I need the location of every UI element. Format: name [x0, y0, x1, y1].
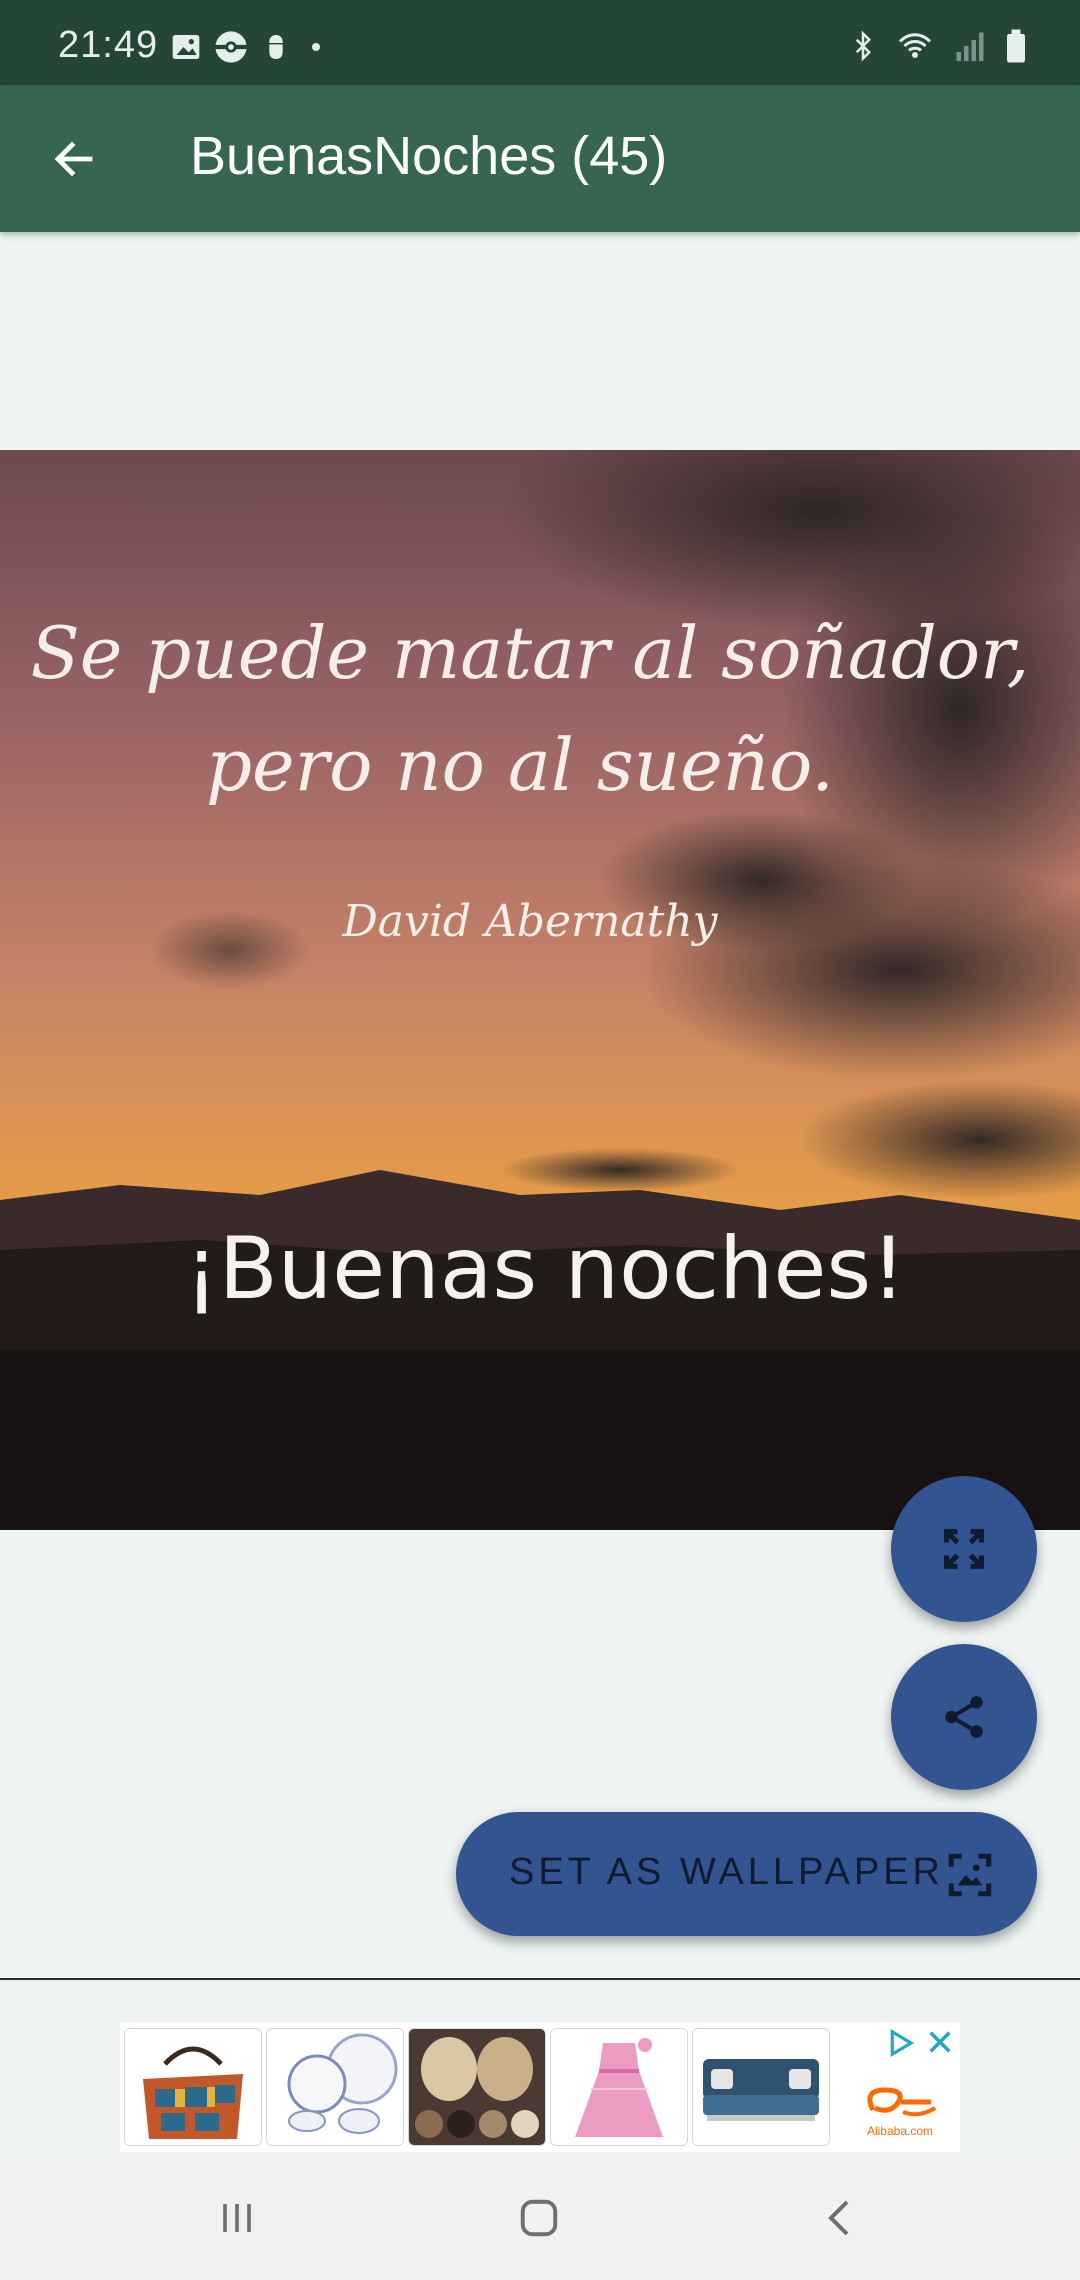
status-system-icons — [848, 28, 1028, 64]
set-as-wallpaper-label: SET AS WALLPAPER — [509, 1851, 945, 1893]
ad-brand-label: Alibaba.com — [866, 2124, 934, 2138]
dot-icon — [312, 43, 320, 51]
signal-icon — [956, 32, 984, 61]
hairstyles-image — [409, 2029, 545, 2145]
pokeball-icon — [215, 31, 247, 63]
alibaba-logo-mark — [867, 2087, 937, 2117]
status-bar: 21:49 — [0, 0, 1080, 85]
nav-home-button[interactable] — [494, 2185, 584, 2251]
wallpaper-icon — [948, 1853, 992, 1897]
back-icon — [828, 2200, 849, 2236]
nav-back-button[interactable] — [796, 2185, 886, 2251]
greeting-text: ¡Buenas noches! — [184, 1219, 905, 1319]
share-icon — [945, 1696, 983, 1738]
alibaba-logo[interactable]: Alibaba.com — [855, 2080, 945, 2144]
adchoices-icon[interactable] — [886, 2028, 916, 2058]
status-notification-icons — [170, 30, 328, 64]
android-debug-icon — [269, 35, 283, 59]
sofa-image — [703, 2059, 819, 2121]
ad-banner[interactable]: Alibaba.com — [120, 2022, 960, 2152]
handbag-image — [143, 2046, 243, 2139]
arrow-left-icon — [54, 141, 93, 177]
ad-controls — [886, 2028, 954, 2058]
quote-author: David Abernathy — [341, 896, 718, 947]
fullscreen-icon — [944, 1529, 984, 1569]
nav-recents-button[interactable] — [192, 2185, 282, 2251]
close-icon[interactable] — [926, 2028, 954, 2056]
wallpaper-image[interactable]: Se puede matar al soñador, pero no al su… — [0, 450, 1080, 1530]
page-title: BuenasNoches (45) — [190, 126, 668, 186]
status-time: 21:49 — [58, 24, 159, 66]
set-as-wallpaper-button[interactable]: SET AS WALLPAPER — [456, 1812, 1037, 1936]
dinnerware-image — [287, 2033, 398, 2134]
recents-icon — [223, 2204, 251, 2232]
sunset-image: Se puede matar al soñador, pero no al su… — [0, 450, 1080, 1530]
ad-product-handbag[interactable] — [124, 2028, 262, 2146]
system-nav-bar — [0, 2155, 1080, 2280]
image-icon — [172, 35, 200, 59]
bluetooth-icon — [855, 30, 872, 62]
divider — [0, 1978, 1080, 1980]
quote-line-1: Se puede matar al soñador, — [30, 611, 1029, 695]
share-button[interactable] — [891, 1644, 1037, 1790]
ad-product-dinnerware[interactable] — [266, 2028, 404, 2146]
battery-icon — [1007, 29, 1025, 63]
ad-product-dress[interactable] — [550, 2028, 688, 2146]
ad-product-hairstyles[interactable] — [408, 2028, 546, 2146]
fullscreen-button[interactable] — [891, 1476, 1037, 1622]
back-button[interactable] — [38, 123, 110, 195]
wifi-icon — [898, 33, 932, 58]
dress-image — [575, 2038, 663, 2137]
ad-product-sofa[interactable] — [692, 2028, 830, 2146]
quote-line-2: pero no al sueño. — [206, 723, 834, 807]
app-bar: BuenasNoches (45) — [0, 85, 1080, 232]
home-icon — [520, 2199, 558, 2237]
